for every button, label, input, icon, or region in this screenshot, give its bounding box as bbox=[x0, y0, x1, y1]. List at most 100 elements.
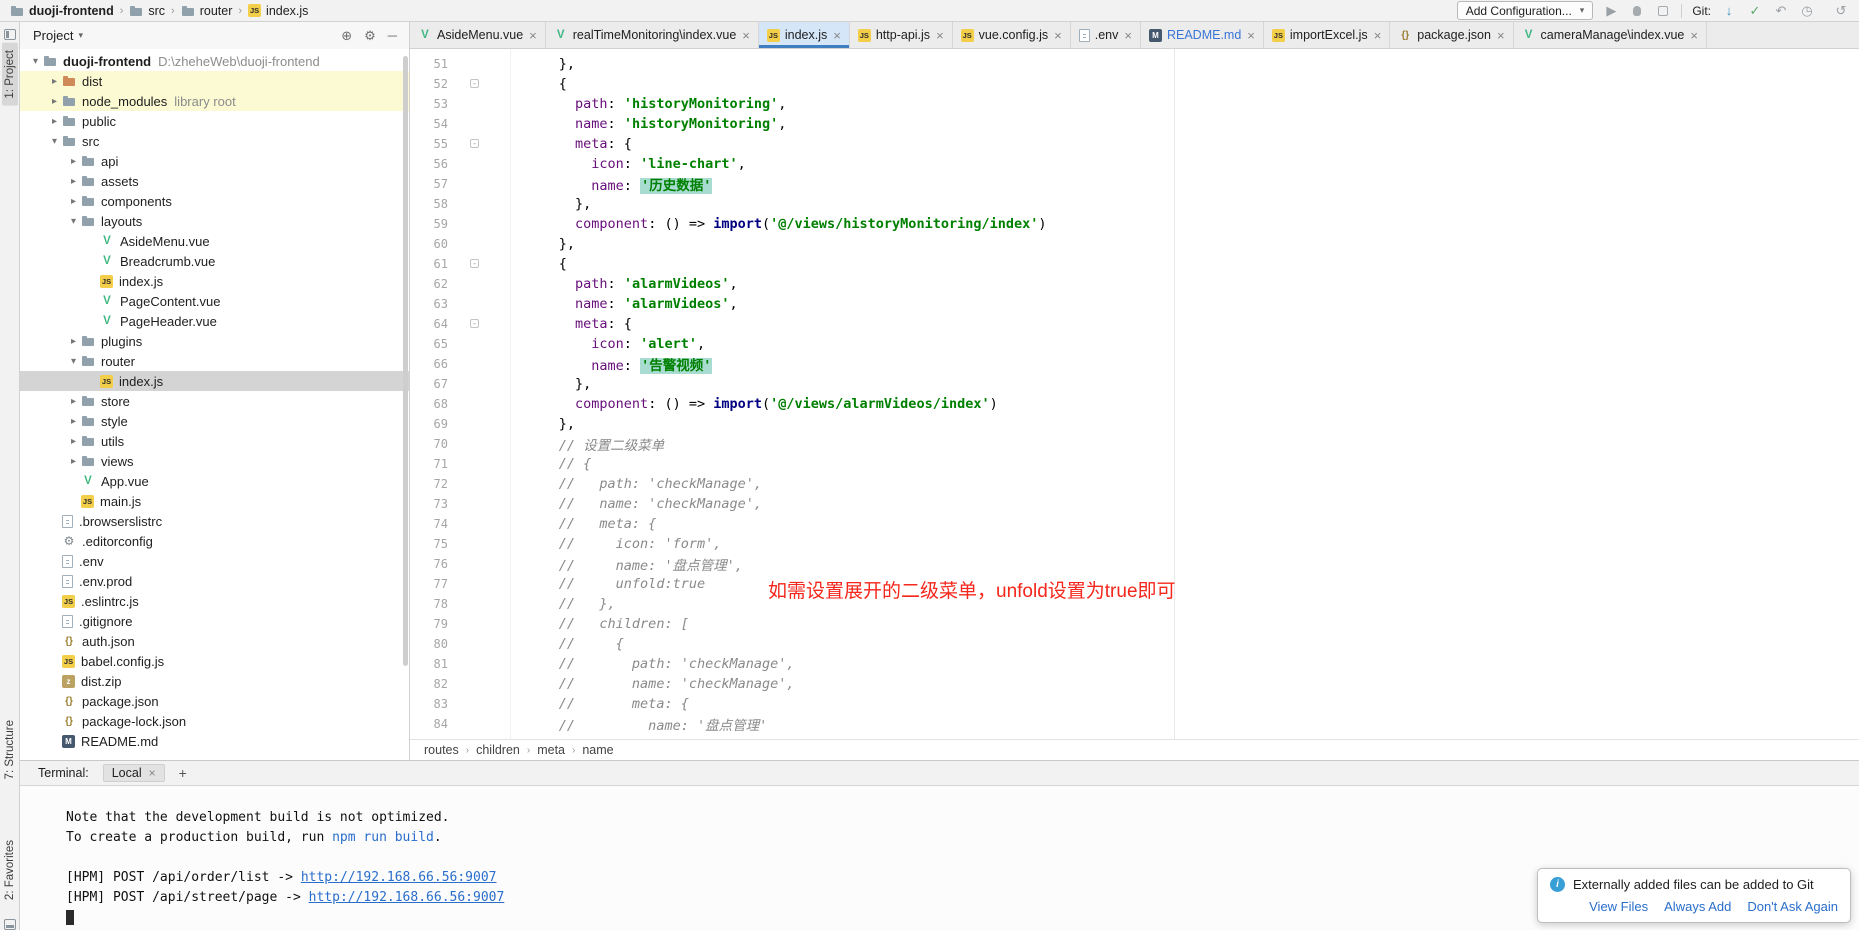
close-icon[interactable]: × bbox=[149, 766, 156, 780]
tab-importexcel-js[interactable]: JSimportExcel.js× bbox=[1264, 22, 1390, 48]
tree-item-assets[interactable]: ▸assets bbox=[20, 171, 409, 191]
chevron-down-icon[interactable]: ▾ bbox=[47, 136, 62, 147]
tree-item-pagecontent-vue[interactable]: VPageContent.vue bbox=[20, 291, 409, 311]
chevron-right-icon[interactable]: ▸ bbox=[66, 156, 81, 167]
profiler-icon[interactable] bbox=[1655, 3, 1671, 19]
chevron-down-icon[interactable]: ▾ bbox=[78, 30, 83, 41]
tree-item-dist[interactable]: ▸dist bbox=[20, 71, 409, 91]
tree-item-breadcrumb-vue[interactable]: VBreadcrumb.vue bbox=[20, 251, 409, 271]
project-scrollbar[interactable] bbox=[403, 56, 408, 666]
close-icon[interactable]: × bbox=[1054, 28, 1062, 43]
tree-item-pageheader-vue[interactable]: VPageHeader.vue bbox=[20, 311, 409, 331]
editor-breadcrumb-name[interactable]: name bbox=[582, 743, 613, 757]
editor-breadcrumb-children[interactable]: children bbox=[476, 743, 520, 757]
terminal-link[interactable]: http://192.168.66.56:9007 bbox=[309, 890, 505, 905]
chevron-right-icon[interactable]: ▸ bbox=[47, 76, 62, 87]
tree-item-browserslistrc[interactable]: .browserslistrc bbox=[20, 511, 409, 531]
breadcrumb-item-index-js[interactable]: JSindex.js bbox=[246, 4, 310, 18]
new-terminal-icon[interactable]: + bbox=[179, 765, 187, 781]
tree-item-babel-config-js[interactable]: JSbabel.config.js bbox=[20, 651, 409, 671]
tree-item-package-json[interactable]: {}package.json bbox=[20, 691, 409, 711]
tree-item-plugins[interactable]: ▸plugins bbox=[20, 331, 409, 351]
editor-breadcrumb-routes[interactable]: routes bbox=[424, 743, 459, 757]
notification-action-always-add[interactable]: Always Add bbox=[1664, 899, 1731, 914]
gear-icon[interactable]: ⚙ bbox=[364, 28, 376, 44]
tree-item-package-lock-json[interactable]: {}package-lock.json bbox=[20, 711, 409, 731]
tree-item-index-js[interactable]: JSindex.js bbox=[20, 271, 409, 291]
breadcrumb-item-router[interactable]: router bbox=[179, 4, 235, 18]
close-icon[interactable]: × bbox=[1690, 28, 1698, 43]
vcs-update-icon[interactable]: ↓ bbox=[1721, 3, 1737, 19]
close-icon[interactable]: × bbox=[742, 28, 750, 43]
tab-vue-config-js[interactable]: JSvue.config.js× bbox=[953, 22, 1071, 48]
close-icon[interactable]: × bbox=[1374, 28, 1382, 43]
tool-button-1-project[interactable]: 1: Project bbox=[2, 43, 18, 106]
run-icon[interactable]: ▶ bbox=[1603, 3, 1619, 19]
fold-icon[interactable]: - bbox=[470, 79, 479, 88]
tree-item-router[interactable]: ▾router bbox=[20, 351, 409, 371]
chevron-right-icon[interactable]: ▸ bbox=[47, 116, 62, 127]
chevron-right-icon[interactable]: ▸ bbox=[66, 396, 81, 407]
terminal-tab-local[interactable]: Local × bbox=[103, 764, 165, 782]
close-icon[interactable]: × bbox=[1247, 28, 1255, 43]
tree-item-duoji-frontend[interactable]: ▾duoji-frontendD:\zheheWeb\duoji-fronten… bbox=[20, 51, 409, 71]
add-configuration-button[interactable]: Add Configuration... ▾ bbox=[1457, 1, 1594, 20]
vcs-history-icon[interactable]: ◷ bbox=[1799, 3, 1815, 19]
tab-http-api-js[interactable]: JShttp-api.js× bbox=[850, 22, 953, 48]
tree-item-auth-json[interactable]: {}auth.json bbox=[20, 631, 409, 651]
chevron-right-icon[interactable]: ▸ bbox=[66, 416, 81, 427]
tree-item-gitignore[interactable]: .gitignore bbox=[20, 611, 409, 631]
chevron-right-icon[interactable]: ▸ bbox=[66, 176, 81, 187]
tree-item-index-js[interactable]: JSindex.js bbox=[20, 371, 409, 391]
fold-icon[interactable]: - bbox=[470, 139, 479, 148]
chevron-down-icon[interactable]: ▾ bbox=[66, 216, 81, 227]
tab-package-json[interactable]: {}package.json× bbox=[1390, 22, 1513, 48]
tree-item-api[interactable]: ▸api bbox=[20, 151, 409, 171]
tree-item-layouts[interactable]: ▾layouts bbox=[20, 211, 409, 231]
locate-file-icon[interactable]: ⊕ bbox=[341, 28, 352, 44]
tree-item-store[interactable]: ▸store bbox=[20, 391, 409, 411]
chevron-right-icon[interactable]: ▸ bbox=[66, 456, 81, 467]
tree-item-components[interactable]: ▸components bbox=[20, 191, 409, 211]
breadcrumb-item-duoji-frontend[interactable]: duoji-frontend bbox=[8, 4, 116, 18]
hide-panel-icon[interactable]: ─ bbox=[388, 28, 397, 43]
tree-item-public[interactable]: ▸public bbox=[20, 111, 409, 131]
tree-item-views[interactable]: ▸views bbox=[20, 451, 409, 471]
tree-item-asidemenu-vue[interactable]: VAsideMenu.vue bbox=[20, 231, 409, 251]
tab-asidemenu-vue[interactable]: VAsideMenu.vue× bbox=[410, 22, 546, 48]
tree-item-utils[interactable]: ▸utils bbox=[20, 431, 409, 451]
editor-breadcrumb-meta[interactable]: meta bbox=[537, 743, 565, 757]
chevron-right-icon[interactable]: ▸ bbox=[66, 436, 81, 447]
tree-item-readme-md[interactable]: MREADME.md bbox=[20, 731, 409, 751]
tree-item-editorconfig[interactable]: ⚙.editorconfig bbox=[20, 531, 409, 551]
vcs-commit-icon[interactable]: ✓ bbox=[1747, 3, 1763, 19]
close-icon[interactable]: × bbox=[833, 28, 841, 43]
chevron-right-icon[interactable]: ▸ bbox=[66, 196, 81, 207]
chevron-down-icon[interactable]: ▾ bbox=[28, 56, 43, 67]
close-icon[interactable]: × bbox=[529, 28, 537, 43]
close-icon[interactable]: × bbox=[1124, 28, 1132, 43]
breadcrumb-item-src[interactable]: src bbox=[127, 4, 167, 18]
code-editor[interactable]: 51 },52- {53 path: 'historyMonitoring',5… bbox=[410, 49, 1859, 739]
tree-item-app-vue[interactable]: VApp.vue bbox=[20, 471, 409, 491]
tree-item-dist-zip[interactable]: zdist.zip bbox=[20, 671, 409, 691]
chevron-right-icon[interactable]: ▸ bbox=[66, 336, 81, 347]
close-icon[interactable]: × bbox=[936, 28, 944, 43]
terminal-link[interactable]: http://192.168.66.56:9007 bbox=[301, 870, 497, 885]
project-panel-title[interactable]: Project bbox=[33, 28, 73, 43]
tool-button-2-favorites[interactable]: 2: Favorites bbox=[2, 833, 18, 907]
vcs-rollback-icon[interactable]: ↶ bbox=[1773, 3, 1789, 19]
tree-item-eslintrc-js[interactable]: JS.eslintrc.js bbox=[20, 591, 409, 611]
toolwindow-switcher-icon[interactable] bbox=[4, 919, 16, 930]
notification-action-view-files[interactable]: View Files bbox=[1589, 899, 1648, 914]
restore-layout-icon[interactable]: ↺ bbox=[1833, 3, 1849, 19]
fold-icon[interactable]: - bbox=[470, 259, 479, 268]
tool-button-7-structure[interactable]: 7: Structure bbox=[2, 713, 18, 786]
notification-action-don-t-ask-again[interactable]: Don't Ask Again bbox=[1747, 899, 1838, 914]
tree-item-src[interactable]: ▾src bbox=[20, 131, 409, 151]
tree-item-main-js[interactable]: JSmain.js bbox=[20, 491, 409, 511]
tree-item-env[interactable]: .env bbox=[20, 551, 409, 571]
tree-item-env-prod[interactable]: .env.prod bbox=[20, 571, 409, 591]
tab-readme-md[interactable]: MREADME.md× bbox=[1141, 22, 1264, 48]
chevron-down-icon[interactable]: ▾ bbox=[66, 356, 81, 367]
